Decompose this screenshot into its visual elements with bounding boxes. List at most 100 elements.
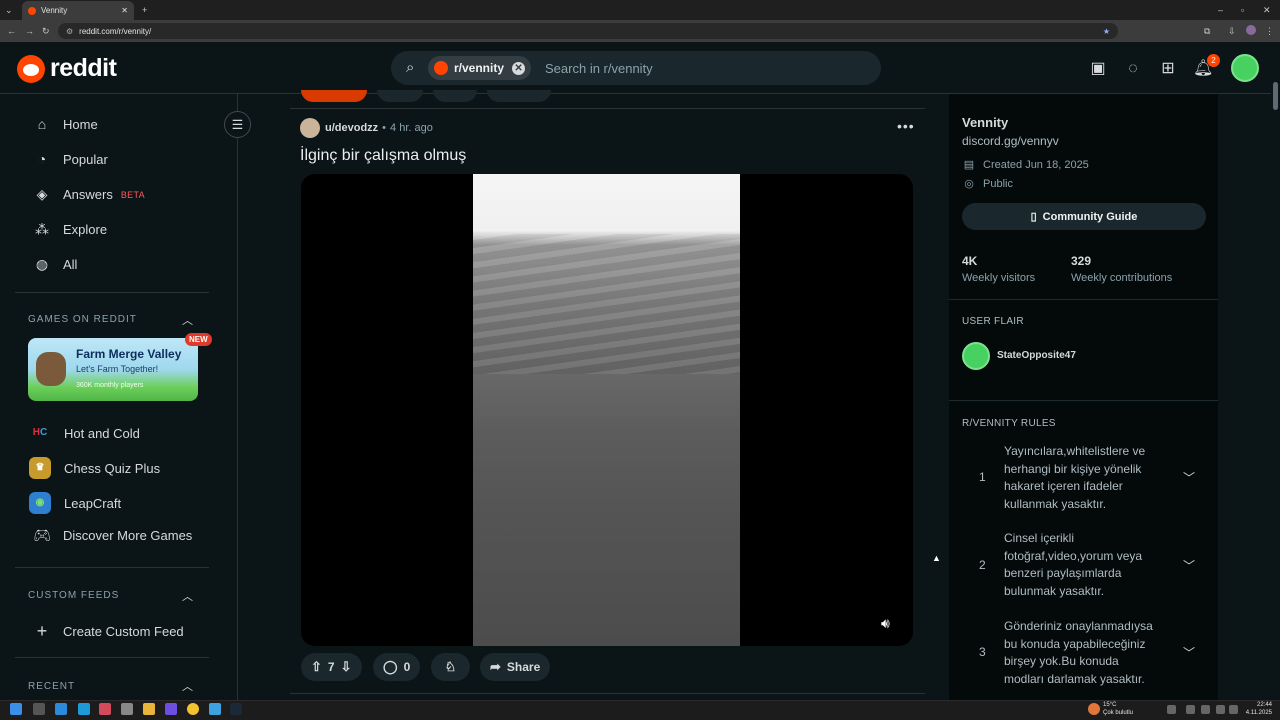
advertise-icon[interactable]: ▣ [1088, 59, 1108, 79]
community-guide-button[interactable]: ▯ Community Guide [962, 203, 1206, 230]
award-button[interactable]: ♘ [431, 653, 470, 681]
tray-icon[interactable] [1201, 705, 1210, 714]
windows-start-icon[interactable] [10, 703, 22, 715]
weather-icon[interactable] [1088, 703, 1100, 715]
post-title[interactable]: İlginç bir çalışma olmuş [300, 147, 466, 165]
window-close-icon[interactable]: ✕ [1263, 5, 1271, 15]
post-author[interactable]: u/devodzz [325, 122, 378, 134]
sidebar-item-explore[interactable]: ⁂ Explore [33, 221, 107, 238]
chevron-down-icon[interactable]: ﹀ [1183, 469, 1195, 486]
chevron-up-icon[interactable]: ︿ [182, 678, 193, 694]
volume-icon[interactable]: 🔊︎ [881, 615, 890, 632]
tab-search-icon[interactable]: ⌄ [5, 5, 13, 15]
edge-icon[interactable] [78, 703, 90, 715]
rules-title: R/VENNITY RULES [962, 418, 1056, 429]
scrollbar[interactable] [1271, 42, 1280, 700]
snoo-icon [17, 54, 45, 83]
reload-icon[interactable]: ↻ [42, 26, 50, 36]
search-bar[interactable]: ⌕ r/vennity ✕ Search in r/vennity [391, 51, 881, 85]
chip-clear-icon[interactable]: ✕ [512, 61, 526, 75]
prev-post-comment-button[interactable] [377, 90, 423, 102]
rule-text[interactable]: Gönderiniz onaylanmadıysa bu konuda yapa… [1004, 618, 1154, 688]
sidebar-item-home[interactable]: ⌂ Home [33, 116, 98, 132]
taskbar-weather[interactable]: 15°C Çok bulutlu [1103, 701, 1133, 717]
vote-button-group[interactable]: ⇧ 7 ⇩ [301, 653, 362, 681]
community-name: Vennity [962, 115, 1009, 130]
file-explorer-icon[interactable] [143, 703, 155, 715]
sidebar-item-label: Hot and Cold [64, 425, 140, 441]
sidebar-game-leapcraft[interactable]: ◉ LeapCraft [29, 492, 121, 514]
downloads-icon[interactable]: ⇩ [1228, 26, 1236, 36]
create-post-icon[interactable]: ⊞ [1158, 59, 1178, 79]
tab-close-icon[interactable]: ✕ [121, 6, 128, 15]
chrome-icon[interactable] [187, 703, 199, 715]
volume-tray-icon[interactable] [1229, 705, 1238, 714]
video-player[interactable] [301, 174, 913, 646]
rule-text[interactable]: Yayıncılara,whitelistlere ve herhangi bi… [1004, 443, 1154, 513]
sidebar-game-hot-and-cold[interactable]: HC Hot and Cold [29, 422, 140, 444]
chevron-up-icon[interactable]: ︿ [182, 312, 193, 328]
taskbar-clock[interactable]: 22:44 4.11.2025 [1242, 701, 1272, 717]
chevron-up-icon[interactable]: ︿ [182, 588, 193, 604]
sidebar-item-label: Explore [63, 222, 108, 237]
sidebar-game-chess-quiz[interactable]: ♛ Chess Quiz Plus [29, 457, 160, 479]
upvote-icon[interactable]: ⇧ [311, 659, 322, 675]
featured-game-card[interactable]: Farm Merge Valley Let's Farm Together! 3… [28, 338, 198, 401]
comments-button[interactable]: ◯ 0 [373, 653, 421, 681]
back-icon[interactable]: ← [7, 26, 16, 36]
visibility-text: Public [983, 177, 1013, 190]
app-icon[interactable] [55, 703, 67, 715]
sidebar-collapse-button[interactable]: ☰ [224, 111, 251, 138]
mouse-cursor-icon: ▲ [932, 553, 941, 563]
prev-post-vote-button[interactable] [301, 90, 367, 102]
sidebar-item-answers[interactable]: ◈ Answers BETA [33, 186, 145, 203]
tray-icon[interactable] [1186, 705, 1195, 714]
leapcraft-frog-icon: ◉ [29, 492, 51, 514]
sidebar-item-popular[interactable]: ◔ Popular [33, 151, 108, 167]
sidebar-discover-games[interactable]: 🎮︎ Discover More Games [33, 527, 192, 544]
steam-icon[interactable] [230, 703, 242, 715]
maximize-icon[interactable]: ▫ [1241, 5, 1244, 15]
subreddit-search-chip[interactable]: r/vennity ✕ [428, 56, 532, 80]
extensions-icon[interactable]: ⧉ [1204, 26, 1210, 36]
meta-separator: • [382, 122, 387, 134]
rule-number: 2 [979, 558, 986, 572]
prev-post-award-button[interactable] [433, 90, 477, 102]
flair-username[interactable]: StateOpposite47 [997, 350, 1076, 361]
author-avatar[interactable] [300, 118, 320, 138]
app-icon[interactable] [165, 703, 177, 715]
chevron-down-icon[interactable]: ﹀ [1183, 557, 1195, 574]
profile-icon[interactable] [1246, 25, 1256, 35]
sidebar-item-all[interactable]: ◍ All [33, 256, 78, 273]
app-icon[interactable] [99, 703, 111, 715]
tray-icon[interactable] [1167, 705, 1176, 714]
guide-label: Community Guide [1042, 210, 1138, 223]
post-more-options-icon[interactable]: ••• [897, 118, 915, 134]
scrollbar-thumb[interactable] [1273, 82, 1278, 110]
new-tab-icon[interactable]: + [142, 5, 147, 15]
vote-count: 7 [327, 660, 335, 674]
create-custom-feed[interactable]: + Create Custom Feed [33, 621, 184, 642]
wifi-icon[interactable] [1216, 705, 1225, 714]
app-icon[interactable] [121, 703, 133, 715]
minimize-icon[interactable]: – [1218, 5, 1223, 15]
guide-book-icon: ▯ [1030, 211, 1037, 223]
chevron-down-icon[interactable]: ﹀ [1183, 644, 1195, 661]
search-placeholder[interactable]: Search in r/vennity [545, 61, 653, 76]
user-avatar[interactable] [1231, 54, 1259, 82]
app-icon[interactable] [209, 703, 221, 715]
chat-icon[interactable]: ◌ [1123, 59, 1143, 79]
rule-text[interactable]: Cinsel içerikli fotoğraf,video,yorum vey… [1004, 530, 1154, 600]
browser-tab[interactable]: Vennity ✕ [22, 1, 134, 20]
bookmark-star-icon[interactable]: ★ [1103, 27, 1110, 36]
prev-post-share-button[interactable] [487, 90, 551, 102]
share-button[interactable]: ➦ Share [480, 653, 551, 681]
task-view-icon[interactable] [33, 703, 45, 715]
address-bar[interactable]: ⚙ reddit.com/r/vennity/ ★ [58, 23, 1118, 39]
site-info-icon[interactable]: ⚙ [66, 27, 73, 36]
forward-icon[interactable]: → [25, 26, 34, 36]
downvote-icon[interactable]: ⇩ [341, 659, 352, 675]
reddit-logo[interactable]: reddit [17, 54, 117, 83]
sidebar-item-label: Create Custom Feed [63, 624, 184, 639]
browser-menu-icon[interactable]: ⋮ [1265, 26, 1274, 36]
